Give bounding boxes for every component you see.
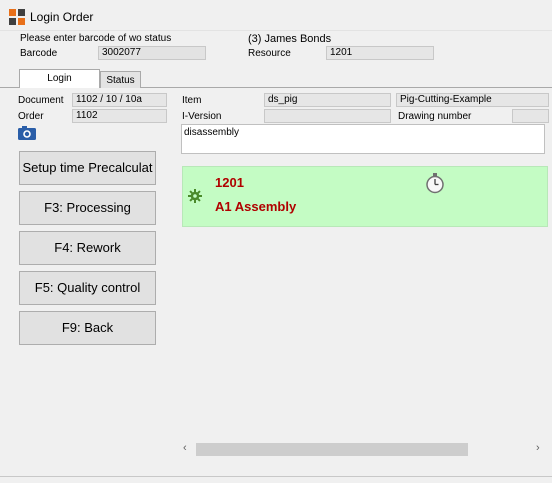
document-label: Document — [18, 95, 64, 106]
user-name: (3) James Bonds — [248, 33, 332, 45]
window-title: Login Order — [30, 10, 94, 24]
item-field: ds_pig — [264, 93, 391, 107]
barcode-field[interactable]: 3002077 — [98, 46, 206, 60]
setup-time-precalculation-button[interactable]: Setup time Precalculat — [19, 151, 156, 185]
item-label: Item — [182, 95, 202, 106]
document-field: 1102 / 10 / 10a — [72, 93, 167, 107]
notes-box[interactable]: disassembly — [181, 124, 545, 154]
drawing-number-field — [512, 109, 549, 123]
tab-login[interactable]: Login — [19, 69, 100, 88]
stopwatch-icon — [426, 173, 444, 194]
scrollbar-thumb[interactable] — [196, 443, 468, 456]
resource-label: Resource — [248, 48, 291, 59]
scroll-right-arrow-icon[interactable]: › — [536, 442, 540, 454]
order-field: 1102 — [72, 109, 167, 123]
processing-button[interactable]: F3: Processing — [19, 191, 156, 225]
iversion-field — [264, 109, 391, 123]
back-button[interactable]: F9: Back — [19, 311, 156, 345]
resource-field[interactable]: 1201 — [326, 46, 434, 60]
gear-icon — [188, 189, 202, 203]
item-description-field: Pig-Cutting-Example — [396, 93, 549, 107]
operation-number: 1201 — [215, 175, 244, 190]
status-divider — [0, 476, 552, 477]
quality-control-button[interactable]: F5: Quality control — [19, 271, 156, 305]
order-label: Order — [18, 111, 44, 122]
rework-button[interactable]: F4: Rework — [19, 231, 156, 265]
operation-name: A1 Assembly — [215, 199, 297, 214]
tab-status[interactable]: Status — [100, 71, 141, 88]
drawing-number-label: Drawing number — [398, 111, 472, 122]
app-logo-icon — [9, 9, 25, 25]
barcode-prompt: Please enter barcode of wo status — [20, 33, 172, 44]
camera-icon[interactable] — [18, 126, 36, 140]
scroll-left-arrow-icon[interactable]: ‹ — [183, 442, 187, 454]
iversion-label: I-Version — [182, 111, 222, 122]
barcode-label: Barcode — [20, 48, 58, 59]
